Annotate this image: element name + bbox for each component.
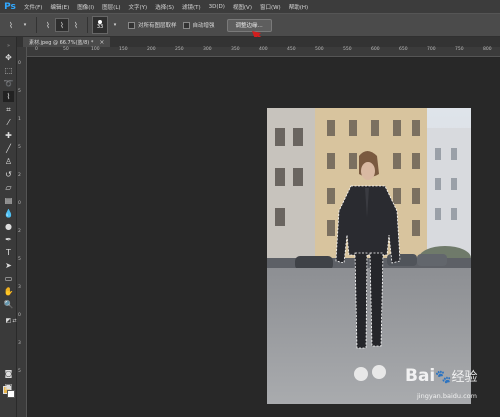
ruler-tick-label: 300 <box>203 47 212 52</box>
document-tab-bar: 素材.jpeg @ 66.7%(蓝/8) * × <box>17 37 500 47</box>
healing-brush-tool-icon[interactable]: ✚ <box>3 130 14 141</box>
document-tab[interactable]: 素材.jpeg @ 66.7%(蓝/8) * × <box>23 37 111 47</box>
menu-item[interactable]: 帮助(H) <box>285 3 312 11</box>
auto-enhance-option[interactable]: 自动增强 <box>182 21 215 29</box>
document-photo[interactable] <box>267 108 471 404</box>
horizontal-ruler: 0 50 100 150 200 250 300 350 400 450 500 550 600 650 7… <box>27 47 500 57</box>
pen-tool-icon[interactable]: ✒ <box>3 234 14 245</box>
zoom-tool-icon[interactable]: 🔍 <box>3 299 14 310</box>
ruler-tick-label: 3 <box>18 285 21 290</box>
ruler-tick-label: 600 <box>371 47 380 52</box>
ruler-tick-label: 2 <box>18 229 21 234</box>
ruler-tick-label: 5 <box>18 257 21 262</box>
brush-size-value: 33 <box>96 24 104 30</box>
ruler-tick-label: 150 <box>119 47 128 52</box>
brush-tool-icon[interactable]: ╱ <box>3 143 14 154</box>
menu-item[interactable]: 3D(D) <box>205 4 229 10</box>
sample-all-layers-option[interactable]: 对所有图层取样 <box>128 21 177 29</box>
baidu-watermark: Bai🐾经验 <box>405 366 477 386</box>
preset-dropdown-icon[interactable]: ▾ <box>18 18 32 32</box>
menu-item[interactable]: 编辑(E) <box>46 3 73 11</box>
clone-stamp-tool-icon[interactable]: ♙ <box>3 156 14 167</box>
ruler-tick-label: 3 <box>18 341 21 346</box>
ruler-tick-label: 0 <box>18 313 21 318</box>
ruler-tick-label: 450 <box>287 47 296 52</box>
ruler-tick-label: 5 <box>18 369 21 374</box>
gradient-tool-icon[interactable]: ▤ <box>3 195 14 206</box>
watermark-url: jingyan.baidu.com <box>417 392 477 400</box>
marquee-tool-icon[interactable]: ⬚ <box>3 65 14 76</box>
vertical-ruler: 0 5 1 5 2 0 2 5 3 0 3 5 <box>17 47 27 417</box>
ruler-tick-label: 550 <box>343 47 352 52</box>
watermark-cn: 经验 <box>451 370 478 385</box>
ruler-tick-label: 700 <box>427 47 436 52</box>
separator <box>36 17 37 33</box>
ruler-tick-label: 650 <box>399 47 408 52</box>
new-selection-brush-icon[interactable]: ⌇ <box>41 18 55 32</box>
ruler-tick-label: 200 <box>147 47 156 52</box>
photoshop-logo: Ps <box>4 1 16 12</box>
crop-tool-icon[interactable]: ⌗ <box>3 104 14 115</box>
auto-enhance-checkbox[interactable] <box>182 21 190 29</box>
ruler-tick-label: 1 <box>18 117 21 122</box>
menu-item[interactable]: 图像(I) <box>73 3 98 11</box>
menu-item[interactable]: 视图(V) <box>229 3 256 11</box>
panel-collapse-icon[interactable]: » <box>3 40 14 51</box>
quick-selection-tool-icon[interactable]: ⌇ <box>3 91 14 102</box>
watermark-brand: Bai <box>405 366 436 386</box>
rectangle-tool-icon[interactable]: ▭ <box>3 273 14 284</box>
separator <box>87 17 88 33</box>
paw-icon: 🐾 <box>435 370 452 385</box>
menu-bar: Ps 文件(F) 编辑(E) 图像(I) 图层(L) 文字(Y) 选择(S) 滤镜(T) 3D… <box>0 0 500 13</box>
auto-enhance-label: 自动增强 <box>192 23 215 29</box>
path-selection-tool-icon[interactable]: ➤ <box>3 260 14 271</box>
subtract-from-selection-brush-icon[interactable]: ⌇ <box>69 18 83 32</box>
ruler-tick-label: 750 <box>455 47 464 52</box>
close-icon[interactable]: × <box>99 39 104 46</box>
quick-selection-preset-icon[interactable]: ⌇ <box>4 18 18 32</box>
ruler-tick-label: 5 <box>18 145 21 150</box>
add-to-selection-brush-icon[interactable]: ⌇ <box>55 18 69 32</box>
history-brush-tool-icon[interactable]: ↺ <box>3 169 14 180</box>
menu-item[interactable]: 窗口(W) <box>256 3 285 11</box>
menu-item[interactable]: 选择(S) <box>151 3 178 11</box>
hand-tool-icon[interactable]: ✋ <box>3 286 14 297</box>
menu-item[interactable]: 图层(L) <box>98 3 124 11</box>
dodge-tool-icon[interactable]: ● <box>3 221 14 232</box>
ruler-tick-label: 500 <box>315 47 324 52</box>
menu-item[interactable]: 文字(Y) <box>125 3 152 11</box>
ruler-tick-label: 2 <box>18 173 21 178</box>
menu-item[interactable]: 文件(F) <box>20 3 46 11</box>
move-tool-icon[interactable]: ✥ <box>3 52 14 63</box>
ruler-tick-label: 0 <box>18 201 21 206</box>
document-tab-title: 素材.jpeg @ 66.7%(蓝/8) * <box>29 39 94 46</box>
menu-items: 文件(F) 编辑(E) 图像(I) 图层(L) 文字(Y) 选择(S) 滤镜(T) 3D(D)… <box>20 3 312 11</box>
blur-tool-icon[interactable]: 💧 <box>3 208 14 219</box>
sample-all-layers-checkbox[interactable] <box>128 21 135 29</box>
screen-mode-icon[interactable]: ▣ <box>3 381 14 392</box>
ruler-tick-label: 0 <box>18 61 21 66</box>
ruler-tick-label: 350 <box>231 47 240 52</box>
ruler-tick-label: 50 <box>63 47 69 52</box>
quick-mask-icon[interactable]: ◙ <box>3 368 14 379</box>
sample-all-layers-label: 对所有图层取样 <box>138 23 177 29</box>
ruler-tick-label: 400 <box>259 47 268 52</box>
menu-item[interactable]: 滤镜(T) <box>178 3 205 11</box>
eraser-tool-icon[interactable]: ▱ <box>3 182 14 193</box>
ruler-tick-label: 5 <box>18 89 21 94</box>
tools-panel: » ✥ ⬚ ➰ ⌇ ⌗ ⁄ ✚ ╱ ♙ ↺ ▱ ▤ 💧 ● ✒ T ➤ ▭ ✋ … <box>0 37 17 417</box>
lasso-tool-icon[interactable]: ➰ <box>3 78 14 89</box>
brush-dropdown-icon[interactable]: ▾ <box>108 18 122 32</box>
ruler-tick-label: 250 <box>175 47 184 52</box>
ruler-tick-label: 100 <box>91 47 100 52</box>
eyedropper-tool-icon[interactable]: ⁄ <box>3 117 14 128</box>
type-tool-icon[interactable]: T <box>3 247 14 258</box>
ruler-tick-label: 800 <box>483 47 492 52</box>
brush-size-picker[interactable]: 33 <box>92 16 108 34</box>
ruler-tick-label: 0 <box>35 47 38 52</box>
